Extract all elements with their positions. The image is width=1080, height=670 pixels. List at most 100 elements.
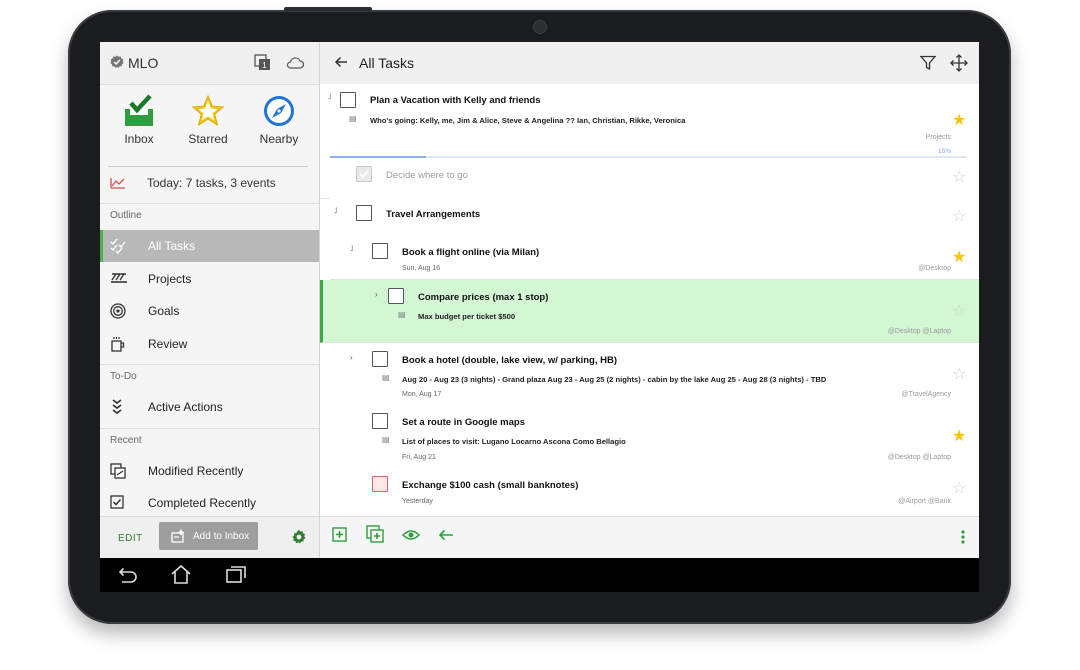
- today-summary[interactable]: Today: 7 tasks, 3 events: [108, 166, 308, 199]
- sidebar-item-label: Projects: [148, 272, 192, 286]
- quick-access: Inbox Starred Nearby: [100, 84, 319, 164]
- add-subtask-icon[interactable]: [366, 525, 384, 543]
- quick-inbox-label: Inbox: [124, 132, 154, 146]
- collapse-toggle[interactable]: ˩: [334, 206, 337, 215]
- task-checkbox[interactable]: [372, 243, 388, 259]
- star-outline-icon[interactable]: ☆: [952, 367, 966, 383]
- all-tasks-icon: [110, 238, 126, 254]
- move-left-arrow-icon[interactable]: [438, 529, 454, 541]
- task-row[interactable]: › Book a hotel (double, lake view, w/ pa…: [330, 343, 979, 407]
- star-icon[interactable]: ★: [952, 113, 966, 129]
- sidebar-item-label: Completed Recently: [148, 496, 257, 510]
- task-checkbox[interactable]: [356, 205, 372, 221]
- task-row[interactable]: ˩ Travel Arrangements ☆: [330, 198, 979, 237]
- sidebar-item-label: Active Actions: [148, 400, 223, 414]
- star-outline-icon[interactable]: ☆: [952, 170, 966, 186]
- sidebar-item-label: Review: [148, 337, 188, 351]
- expand-toggle[interactable]: ›: [350, 353, 353, 362]
- quick-nearby[interactable]: Nearby: [244, 84, 314, 146]
- sidebar-item-label: Goals: [148, 304, 180, 318]
- check-icon: [359, 170, 369, 179]
- nav-home-icon[interactable]: [170, 564, 192, 584]
- settings-gear-icon[interactable]: [291, 529, 307, 545]
- star-outline-icon[interactable]: ☆: [952, 209, 966, 225]
- task-note: Who's going: Kelly, me, Jim & Alice, Ste…: [370, 116, 686, 125]
- task-title: Plan a Vacation with Kelly and friends: [370, 95, 541, 106]
- task-row[interactable]: Set a route in Google maps ▤ List of pla…: [330, 406, 979, 470]
- task-row[interactable]: Exchange $100 cash (small banknotes) Yes…: [330, 469, 979, 516]
- trend-chart-icon: [110, 178, 125, 189]
- nav-recent-apps-icon[interactable]: [226, 565, 246, 583]
- collapse-toggle[interactable]: ˩: [328, 92, 331, 101]
- sidebar-item-review[interactable]: Review: [100, 328, 319, 360]
- projects-icon: [111, 273, 127, 283]
- task-row-selected[interactable]: › Compare prices (max 1 stop) ▤ Max budg…: [320, 280, 979, 343]
- task-checkbox[interactable]: [388, 288, 404, 304]
- sidebar-item-active-actions[interactable]: Active Actions: [100, 391, 319, 423]
- progress-bar: [330, 156, 967, 158]
- svg-text:1: 1: [262, 61, 267, 70]
- sidebar-item-goals[interactable]: Goals: [100, 295, 319, 327]
- task-note: Max budget per ticket $500: [418, 312, 516, 321]
- move-arrows-icon[interactable]: [950, 54, 968, 72]
- today-label: Today: 7 tasks, 3 events: [147, 176, 276, 190]
- sync-count-icon[interactable]: 1: [254, 54, 271, 71]
- note-icon: ▤: [382, 373, 390, 382]
- task-note: Aug 20 - Aug 23 (3 nights) - Grand plaza…: [402, 375, 827, 384]
- back-arrow-icon[interactable]: [334, 56, 348, 68]
- quick-starred-label: Starred: [188, 132, 228, 146]
- cloud-icon[interactable]: [286, 57, 304, 69]
- add-to-inbox-label: Add to Inbox: [193, 531, 250, 542]
- task-date: Sun, Aug 16: [402, 265, 441, 272]
- task-checkbox-overdue[interactable]: [372, 476, 388, 492]
- star-outline-icon[interactable]: ☆: [952, 481, 966, 497]
- section-outline: Outline: [100, 203, 319, 229]
- section-recent: Recent: [100, 428, 319, 454]
- section-todo: To-Do: [100, 364, 319, 390]
- star-icon: [191, 94, 225, 127]
- eye-icon[interactable]: [402, 529, 420, 541]
- add-task-icon[interactable]: [332, 527, 347, 542]
- task-title: Decide where to go: [386, 170, 468, 181]
- page-title: All Tasks: [359, 55, 414, 71]
- task-date: Yesterday: [402, 498, 433, 505]
- add-to-inbox-button[interactable]: Add to Inbox: [159, 522, 258, 550]
- compass-icon: [264, 96, 294, 126]
- sidebar-item-all-tasks[interactable]: All Tasks: [100, 230, 319, 262]
- filter-icon[interactable]: [920, 55, 936, 71]
- collapse-toggle[interactable]: ˩: [350, 244, 353, 253]
- sidebar: MLO 1 Inbox Starred Nearby Today: 7 task…: [100, 42, 320, 516]
- power-button: [316, 7, 372, 11]
- task-checkbox[interactable]: [372, 351, 388, 367]
- inbox-check-icon: [125, 94, 153, 126]
- star-outline-icon[interactable]: ☆: [952, 304, 966, 320]
- note-icon: ▤: [349, 114, 357, 123]
- quick-starred[interactable]: Starred: [173, 84, 243, 146]
- task-context: @Airport @Bank: [898, 498, 951, 505]
- more-options-icon[interactable]: [961, 530, 965, 544]
- app-title: MLO: [128, 55, 159, 71]
- sidebar-item-modified-recently[interactable]: Modified Recently: [100, 455, 319, 487]
- sidebar-item-completed-recently[interactable]: Completed Recently: [100, 487, 319, 519]
- task-date: Fri, Aug 21: [402, 454, 436, 461]
- progress-fill: [330, 156, 426, 158]
- expand-toggle[interactable]: ›: [375, 290, 378, 299]
- task-list-panel: All Tasks ˩ Plan a Vacation with Kelly a…: [320, 42, 979, 558]
- sidebar-item-projects[interactable]: Projects: [100, 263, 319, 295]
- star-icon[interactable]: ★: [952, 429, 966, 445]
- star-icon[interactable]: ★: [952, 250, 966, 266]
- task-checkbox[interactable]: [372, 413, 388, 429]
- task-context: @Desktop @Laptop: [887, 328, 951, 335]
- nav-back-icon[interactable]: [116, 566, 138, 584]
- note-icon: ▤: [398, 310, 406, 319]
- task-row[interactable]: Decide where to go ☆: [320, 160, 979, 199]
- main-header: All Tasks: [320, 42, 979, 85]
- task-row[interactable]: ˩ Book a flight online (via Milan) Sun, …: [330, 236, 979, 280]
- task-note: List of places to visit: Lugano Locarno …: [402, 437, 626, 446]
- task-checkbox[interactable]: [356, 166, 372, 182]
- edit-button[interactable]: EDIT: [118, 533, 143, 544]
- task-checkbox[interactable]: [340, 92, 356, 108]
- quick-inbox[interactable]: Inbox: [104, 84, 174, 146]
- task-row[interactable]: ˩ Plan a Vacation with Kelly and friends…: [320, 84, 979, 161]
- task-context: @TravelAgency: [901, 391, 951, 398]
